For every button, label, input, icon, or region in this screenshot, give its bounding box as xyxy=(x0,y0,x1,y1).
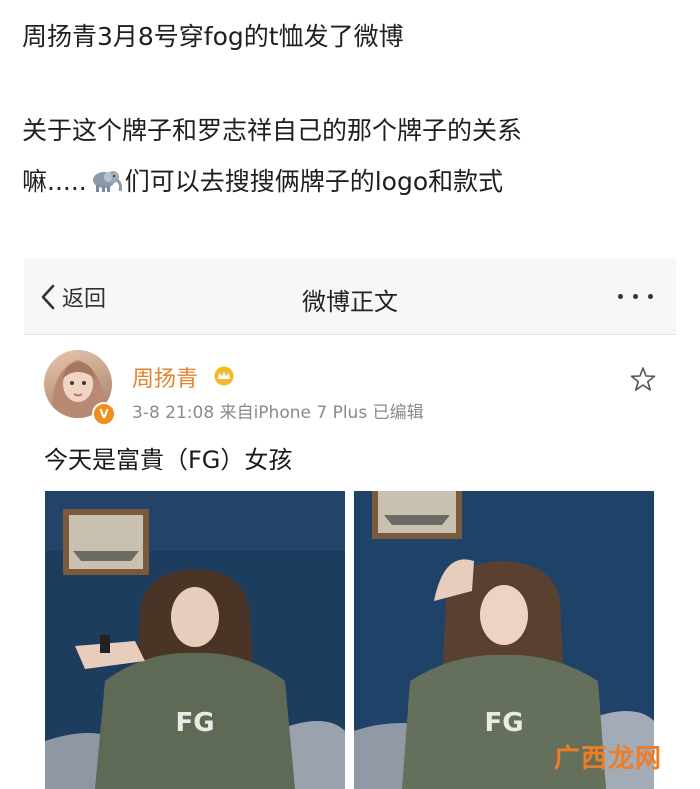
shirt-print-1: FG xyxy=(175,708,214,738)
weibo-screenshot: 返回 微博正文 V 周扬青 3-8 21:08 来自iPhone 7 Plus … xyxy=(24,258,676,789)
watermark-text: 广西龙网 xyxy=(553,744,662,774)
elephant-emoji-icon xyxy=(89,168,123,194)
page-title: 微博正文 xyxy=(302,288,398,316)
top-nav-bar: 返回 微博正文 xyxy=(24,258,676,335)
user-name[interactable]: 周扬青 xyxy=(132,361,198,393)
verified-badge: V xyxy=(92,402,116,426)
watermark: 广西龙网 xyxy=(554,738,662,775)
intro-line-2: 关于这个牌子和罗志祥自己的那个牌子的关系 xyxy=(22,116,523,145)
intro-line-3-start: 嘛..... xyxy=(22,167,87,196)
intro-line-1: 周扬青3月8号穿fog的t恤发了微博 xyxy=(22,22,404,51)
intro-line-3-end: 们可以去搜搜俩牌子的logo和款式 xyxy=(124,167,504,196)
post-meta: 3-8 21:08 来自iPhone 7 Plus 已编辑 xyxy=(132,403,424,423)
more-options-icon[interactable] xyxy=(614,284,658,308)
post-photo-1[interactable]: FG xyxy=(45,491,345,789)
shirt-print-2: FG xyxy=(484,708,523,738)
intro-line-3: 嘛..... 们可以去搜搜俩牌子的logo和款式 xyxy=(22,167,678,197)
star-favorite-icon[interactable] xyxy=(630,366,656,392)
post-text: 今天是富貴（FG）女孩 xyxy=(44,446,293,474)
crown-member-icon xyxy=(214,366,234,386)
